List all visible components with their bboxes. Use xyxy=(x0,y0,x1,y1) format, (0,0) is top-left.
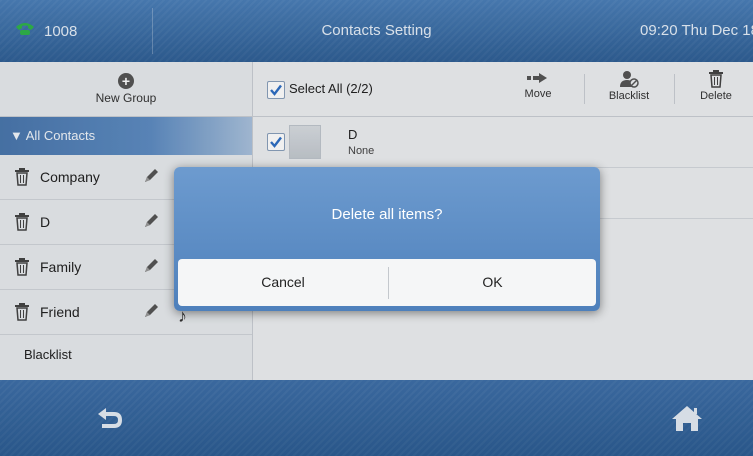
cancel-button[interactable]: Cancel xyxy=(178,259,388,306)
confirm-dialog: Delete all items? Cancel OK xyxy=(174,167,600,311)
dialog-message: Delete all items? xyxy=(331,206,443,223)
dialog-buttons: Cancel OK xyxy=(178,259,596,306)
ok-button[interactable]: OK xyxy=(389,259,596,306)
